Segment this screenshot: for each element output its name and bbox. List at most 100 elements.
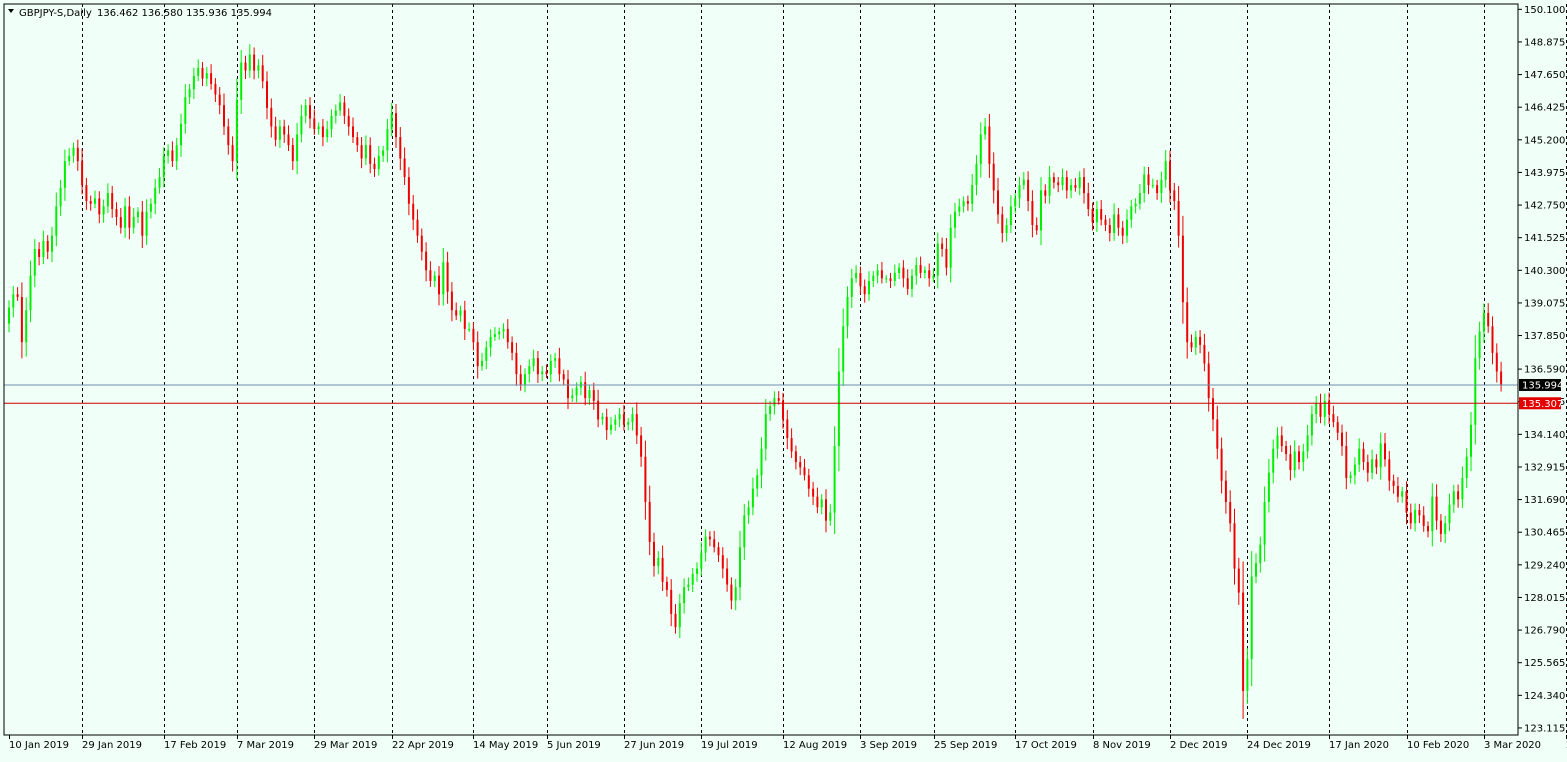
candle-body [593, 390, 595, 401]
candle-body [546, 371, 548, 374]
candle-body [193, 76, 195, 89]
candle-body [649, 502, 651, 542]
candle-body [490, 337, 492, 348]
candle-body [313, 119, 315, 130]
y-tick-label: 145.200 [1524, 135, 1565, 146]
candle-body [765, 414, 767, 449]
candlestick-chart[interactable]: 150.100148.875147.650146.425145.200143.9… [0, 0, 1567, 758]
candle-body [223, 105, 225, 126]
candle-body [30, 276, 32, 311]
x-tick-label: 10 Feb 2020 [1407, 740, 1469, 751]
candle-body [378, 156, 380, 169]
candle-body [1130, 206, 1132, 219]
candle-body [1229, 502, 1231, 523]
candle-body [877, 270, 879, 275]
candle-body [851, 278, 853, 297]
candle-body [563, 374, 565, 379]
candle-body [1044, 190, 1046, 195]
candle-body [176, 145, 178, 161]
candle-body [761, 449, 763, 476]
candle-body [116, 209, 118, 217]
candle-body [1315, 403, 1317, 414]
candle-body [1354, 465, 1356, 476]
candle-body [120, 217, 122, 228]
candle-body [55, 206, 57, 235]
candle-body [920, 265, 922, 273]
candle-body [1294, 451, 1296, 470]
candle-body [184, 97, 186, 124]
candle-body [1105, 220, 1107, 225]
candle-body [756, 475, 758, 488]
candle-body [1023, 180, 1025, 185]
candle-body [498, 332, 500, 335]
candle-body [292, 145, 294, 161]
candle-body [25, 310, 27, 342]
candle-body [429, 270, 431, 281]
x-tick-label: 17 Feb 2019 [164, 740, 226, 751]
candle-body [933, 276, 935, 279]
candle-body [601, 417, 603, 420]
candle-body [111, 193, 113, 209]
candle-body [859, 273, 861, 286]
candle-body [1474, 358, 1476, 425]
candle-body [421, 236, 423, 252]
candle-body [1001, 214, 1003, 233]
candle-body [610, 425, 612, 430]
candle-body [1358, 449, 1360, 465]
candle-body [1092, 209, 1094, 222]
y-tick-label: 148.875 [1524, 37, 1565, 48]
candle-body [331, 116, 333, 129]
candle-body [455, 310, 457, 315]
candle-body [460, 310, 462, 315]
candle-body [907, 278, 909, 289]
candle-body [692, 574, 694, 585]
candle-body [1401, 491, 1403, 496]
candle-body [103, 206, 105, 214]
x-tick-label: 29 Mar 2019 [314, 740, 377, 751]
candle-body [1487, 313, 1489, 326]
candle-body [425, 252, 427, 271]
candle-body [726, 569, 728, 585]
candle-body [51, 236, 53, 252]
candle-body [855, 273, 857, 278]
candle-body [971, 185, 973, 204]
candle-body [1143, 174, 1145, 193]
candle-body [68, 156, 70, 161]
candle-body [1165, 161, 1167, 180]
candle-body [1083, 177, 1085, 193]
candle-body [1371, 459, 1373, 472]
candle-body [1384, 443, 1386, 459]
candle-body [1496, 353, 1498, 372]
candle-body [417, 220, 419, 236]
candle-body [735, 587, 737, 600]
candle-body [395, 113, 397, 137]
candle-body [804, 467, 806, 475]
candle-body [653, 542, 655, 566]
candle-body [214, 84, 216, 95]
candle-body [34, 249, 36, 276]
candle-body [369, 145, 371, 164]
candle-body [915, 265, 917, 276]
candle-body [812, 489, 814, 497]
candle-body [1367, 462, 1369, 473]
candle-body [253, 55, 255, 71]
candle-body [1216, 419, 1218, 448]
candle-body [958, 206, 960, 211]
candle-body [980, 134, 982, 163]
candle-body [236, 100, 238, 161]
candle-body [1444, 523, 1446, 534]
candle-body [1135, 204, 1137, 207]
y-tick-label: 139.075 [1524, 298, 1565, 309]
candle-body [821, 499, 823, 507]
candle-body [1302, 451, 1304, 462]
candle-body [318, 126, 320, 129]
candle-body [408, 177, 410, 204]
candle-body [1122, 228, 1124, 236]
candle-body [864, 286, 866, 294]
candle-body [305, 105, 307, 116]
candle-body [98, 198, 100, 214]
x-tick-label: 3 Mar 2020 [1484, 740, 1541, 751]
candle-body [1148, 174, 1150, 185]
candle-body [352, 126, 354, 137]
candle-body [339, 103, 341, 111]
